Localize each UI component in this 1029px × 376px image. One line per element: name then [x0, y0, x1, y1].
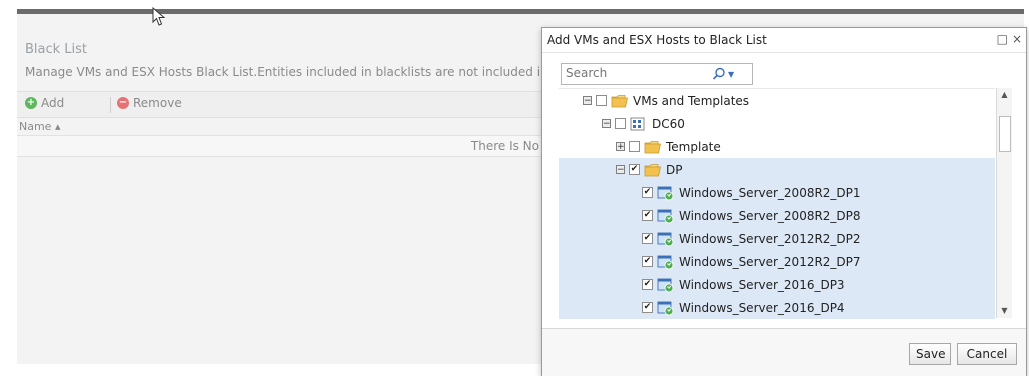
- folder-icon: [644, 139, 662, 155]
- tree-item-label: Windows_Server_2008R2_DP8: [679, 208, 861, 223]
- maximize-icon[interactable]: □: [997, 32, 1008, 46]
- add-icon: +: [25, 97, 37, 109]
- collapse-icon[interactable]: −: [616, 165, 625, 175]
- tree-checkbox[interactable]: ✔: [642, 210, 653, 221]
- dialog-titlebar: Add VMs and ESX Hosts to Black List □ ×: [542, 28, 1026, 53]
- column-name-header[interactable]: Name ▴: [19, 120, 60, 133]
- tree-checkbox[interactable]: ✔: [642, 187, 653, 198]
- tree-checkbox[interactable]: ✔: [642, 279, 653, 290]
- collapse-icon[interactable]: −: [583, 96, 592, 106]
- tree-item-vm[interactable]: ✔ Windows_Server_2016_DP4: [559, 296, 995, 319]
- scroll-down-icon[interactable]: ▼: [997, 304, 1012, 318]
- remove-button-label: Remove: [133, 96, 182, 110]
- entity-tree: − VMs and Templates − DC60 + Template − ✔ DP ✔ Win…: [559, 88, 995, 319]
- datacenter-icon: [630, 116, 648, 132]
- vm-icon: [657, 208, 675, 224]
- tree-item-label: Windows_Server_2008R2_DP1: [679, 185, 861, 200]
- tree-item-label: Windows_Server_2016_DP3: [679, 277, 845, 292]
- tree-item-vm[interactable]: ✔ Windows_Server_2012R2_DP2: [559, 227, 995, 250]
- tree-checkbox[interactable]: [596, 95, 607, 106]
- mouse-cursor-icon: [152, 7, 166, 26]
- tree-checkbox[interactable]: ✔: [642, 302, 653, 313]
- vm-icon: [657, 254, 675, 270]
- tree-item-vm[interactable]: ✔ Windows_Server_2008R2_DP8: [559, 204, 995, 227]
- tree-checkbox[interactable]: [615, 118, 626, 129]
- tree-item-vm[interactable]: ✔ Windows_Server_2008R2_DP1: [559, 181, 995, 204]
- page-description: Manage VMs and ESX Hosts Black List.Enti…: [25, 65, 540, 79]
- vm-icon: [657, 300, 675, 316]
- save-button[interactable]: Save: [909, 343, 951, 365]
- chevron-down-icon: ▼: [728, 69, 735, 79]
- tree-item[interactable]: − ✔ DP: [559, 158, 995, 181]
- search-options-button[interactable]: ▼: [712, 65, 748, 83]
- tree-item-label: VMs and Templates: [633, 93, 750, 108]
- tree-scrollbar[interactable]: ▲ ▼: [996, 88, 1012, 318]
- scrollbar-thumb[interactable]: [999, 116, 1011, 152]
- top-bar: [17, 9, 1024, 14]
- remove-icon: −: [117, 97, 129, 109]
- tree-item[interactable]: + Template: [559, 135, 995, 158]
- tree-checkbox[interactable]: ✔: [642, 233, 653, 244]
- scroll-up-icon[interactable]: ▲: [997, 88, 1012, 102]
- close-icon[interactable]: ×: [1012, 32, 1022, 46]
- tree-checkbox[interactable]: ✔: [629, 164, 640, 175]
- add-button-label: Add: [41, 96, 65, 110]
- tree-item-label: DP: [666, 162, 683, 177]
- tree-item-label: Template: [666, 139, 721, 154]
- collapse-icon[interactable]: −: [602, 119, 611, 129]
- empty-table-text: There Is No: [470, 139, 539, 153]
- tree-item-label: Windows_Server_2012R2_DP2: [679, 231, 861, 246]
- search-icon: [712, 67, 725, 80]
- vm-icon: [657, 277, 675, 293]
- vm-icon: [657, 231, 675, 247]
- folder-icon: [644, 162, 662, 178]
- tree-item-label: Windows_Server_2012R2_DP7: [679, 254, 861, 269]
- toolbar-divider: [110, 97, 111, 113]
- search-box: ▼: [561, 63, 753, 85]
- dialog-title: Add VMs and ESX Hosts to Black List: [547, 33, 767, 47]
- tree-item-label: DC60: [652, 116, 685, 131]
- remove-button[interactable]: − Remove: [117, 96, 182, 110]
- add-button[interactable]: + Add: [25, 96, 64, 110]
- folder-icon: [611, 93, 629, 109]
- tree-item-label: Windows_Server_2016_DP4: [679, 300, 845, 315]
- tree-item[interactable]: − DC60: [559, 112, 995, 135]
- expand-icon[interactable]: +: [616, 142, 625, 152]
- cancel-button[interactable]: Cancel: [957, 343, 1017, 365]
- page-title: Black List: [25, 42, 88, 57]
- tree-item-vm[interactable]: ✔ Windows_Server_2016_DP3: [559, 273, 995, 296]
- dialog-footer: Save Cancel: [542, 328, 1026, 376]
- vm-icon: [657, 185, 675, 201]
- search-input[interactable]: [562, 64, 710, 82]
- tree-item[interactable]: − VMs and Templates: [559, 89, 995, 112]
- tree-checkbox[interactable]: [629, 141, 640, 152]
- tree-item-vm[interactable]: ✔ Windows_Server_2012R2_DP7: [559, 250, 995, 273]
- tree-checkbox[interactable]: ✔: [642, 256, 653, 267]
- add-to-blacklist-dialog: Add VMs and ESX Hosts to Black List □ × …: [541, 27, 1027, 376]
